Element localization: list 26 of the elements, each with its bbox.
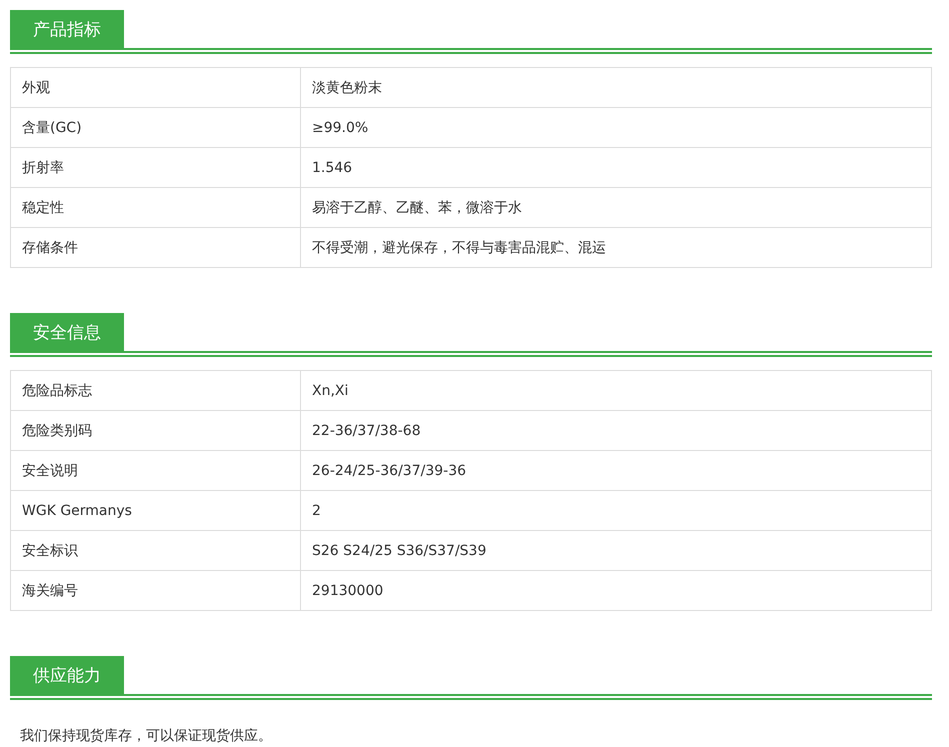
table-cell: 存储条件 <box>11 228 301 268</box>
table-cell: 稳定性 <box>11 188 301 228</box>
table-cell: 22-36/37/38-68 <box>301 411 932 451</box>
table-cell: 2 <box>301 491 932 531</box>
table-cell: 海关编号 <box>11 571 301 611</box>
section-title: 安全信息 <box>10 313 124 353</box>
table-cell: Xn,Xi <box>301 371 932 411</box>
table-cell: 含量(GC) <box>11 108 301 148</box>
table-cell: 26-24/25-36/37/39-36 <box>301 451 932 491</box>
table-cell: 淡黄色粉末 <box>301 68 932 108</box>
table-cell: 外观 <box>11 68 301 108</box>
table-cell: 29130000 <box>301 571 932 611</box>
table-cell: 易溶于乙醇、乙醚、苯，微溶于水 <box>301 188 932 228</box>
table-cell: 折射率 <box>11 148 301 188</box>
table-cell: ≥99.0% <box>301 108 932 148</box>
table-cell: 安全标识 <box>11 531 301 571</box>
table-cell: 危险品标志 <box>11 371 301 411</box>
section-title: 供应能力 <box>10 656 124 696</box>
table-cell: 不得受潮，避光保存，不得与毒害品混贮、混运 <box>301 228 932 268</box>
table-cell: 1.546 <box>301 148 932 188</box>
table-cell: WGK Germanys <box>11 491 301 531</box>
table-cell: 安全说明 <box>11 451 301 491</box>
table-cell: S26 S24/25 S36/S37/S39 <box>301 531 932 571</box>
section-title: 产品指标 <box>10 10 124 50</box>
table-cell: 危险类别码 <box>11 411 301 451</box>
supply-text: 我们保持现货库存，可以保证现货供应。 <box>20 727 273 745</box>
